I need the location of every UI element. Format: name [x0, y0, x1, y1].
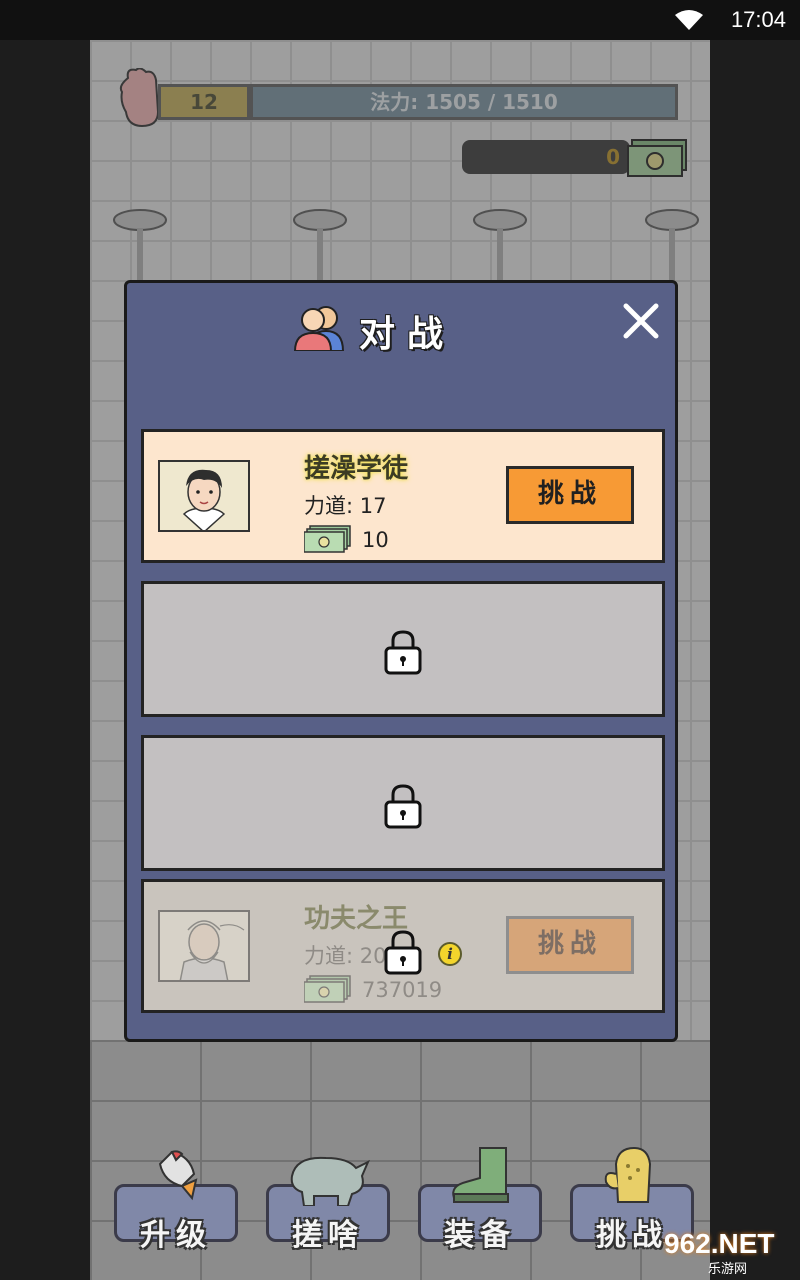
boss-portrait: [158, 910, 250, 982]
game-screen: 17:04 12 法力: 1505 / 1510 0 对战 搓澡学徒 力道: 1…: [0, 0, 800, 1280]
nav-label: 装备: [444, 1218, 516, 1253]
battle-dialog: 对战 搓澡学徒 力道: 17 10 挑战 功夫之王 力道: 20 737019 …: [124, 280, 678, 1042]
watermark-sub: 乐游网: [708, 1262, 748, 1277]
dialog-title: 对战: [359, 314, 456, 355]
challenge-button[interactable]: 挑战: [506, 466, 634, 524]
opponent-portrait: [158, 460, 250, 532]
boss-challenge-button[interactable]: 挑战: [506, 916, 634, 974]
opponent-power: 力道: 17: [304, 494, 387, 518]
status-time: 17:04: [730, 7, 786, 32]
dialog-header: 对战: [127, 283, 675, 379]
info-icon[interactable]: i: [438, 942, 462, 966]
rhino-icon: [290, 1156, 370, 1206]
boot-icon: [452, 1147, 509, 1203]
nav-equipment[interactable]: 装备: [418, 1146, 542, 1256]
wifi-icon: [675, 10, 703, 30]
opponent-reward: 10: [362, 528, 389, 552]
nav-scrub[interactable]: 搓啥: [266, 1146, 390, 1256]
site-watermark: 962.NET 乐游网: [664, 1226, 796, 1277]
cash-icon: [304, 525, 351, 553]
opponent-name: 搓澡学徒: [304, 454, 409, 484]
status-bar: 17:04: [0, 0, 800, 40]
lock-icon: [384, 930, 422, 975]
glove-icon: [604, 1146, 652, 1203]
watermark-brand: 962.NET: [664, 1228, 775, 1259]
boss-reward: 737019: [362, 978, 443, 1002]
people-icon: [293, 306, 345, 351]
cash-icon: [304, 975, 351, 1003]
nav-upgrade[interactable]: 升级: [114, 1146, 238, 1256]
boss-card: 功夫之王 力道: 20 737019 i 挑战: [141, 879, 665, 1013]
close-icon[interactable]: [621, 301, 661, 341]
boss-power: 力道: 20: [304, 944, 387, 968]
locked-slot: [141, 735, 665, 871]
lock-icon: [384, 630, 422, 675]
locked-slot: [141, 581, 665, 717]
rocket-icon: [158, 1150, 198, 1201]
opponent-card: 搓澡学徒 力道: 17 10 挑战: [141, 429, 665, 563]
nav-label: 升级: [140, 1218, 212, 1253]
lock-icon: [384, 784, 422, 829]
nav-label: 搓啥: [292, 1218, 364, 1253]
